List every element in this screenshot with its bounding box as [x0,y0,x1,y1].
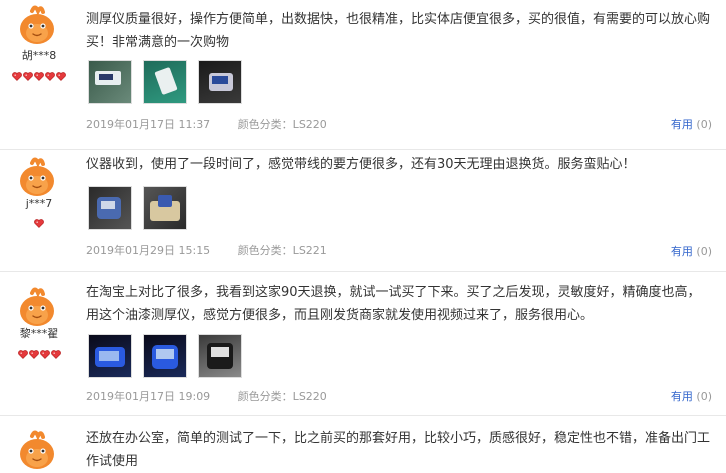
heart-icon [28,350,39,359]
review-meta: 2019年01月17日 11:37 颜色分类：LS220 [86,118,351,132]
useful-vote: 有用 (0) [671,245,712,259]
heart-icon [50,350,61,359]
heart-icon [12,72,22,81]
username: 黎***翟 [19,327,59,340]
username: 胡***8 [21,49,57,62]
review-photo-thumbnail[interactable] [143,60,187,104]
heart-icon [34,219,44,228]
avatar[interactable] [16,428,58,470]
useful-count: (0) [696,118,712,131]
heart-icon [17,350,28,359]
review-date: 2019年01月17日 11:37 [86,118,211,131]
useful-count: (0) [696,390,712,403]
avatar[interactable] [16,155,58,197]
review-color-variant: 颜色分类：LS221 [237,244,327,257]
avatar-mascot-icon [16,155,58,197]
review-color-variant: 颜色分类：LS220 [237,118,327,131]
review-text: 测厚仪质量很好，操作方便简单，出数据快，也很精准，比实体店便宜很多，买的很值，有… [86,12,711,50]
review-photo-thumbnail[interactable] [143,186,187,230]
user-level-hearts [0,71,78,81]
useful-vote: 有用 (0) [671,118,712,132]
review-photos [88,334,242,378]
heart-icon [39,350,50,359]
review-date: 2019年01月29日 15:15 [86,244,211,257]
user-level-hearts [0,218,78,228]
avatar[interactable] [16,285,58,327]
useful-button[interactable]: 有用 [671,118,693,131]
useful-count: (0) [696,245,712,258]
review-color-variant: 颜色分类：LS220 [237,390,327,403]
review-item: 还放在办公室，简单的测试了一下，比之前买的那套好用，比较小巧，质感很好，稳定性也… [0,416,726,470]
username: j***7 [25,197,53,210]
review-photo-thumbnail[interactable] [88,334,132,378]
heart-icon [23,72,33,81]
review-photos [88,60,242,104]
avatar-mascot-icon [16,428,58,470]
user-level-hearts [0,349,78,359]
useful-button[interactable]: 有用 [671,390,693,403]
review-text: 在淘宝上对比了很多，我看到这家90天退换，就试一试买了下来。买了之后发现，灵敏度… [86,285,701,323]
review-photos [88,186,187,230]
review-meta: 2019年01月29日 15:15 颜色分类：LS221 [86,244,351,258]
review-meta: 2019年01月17日 19:09 颜色分类：LS220 [86,390,351,404]
review-item: 胡***8 测厚仪质量很好，操作方便简单，出数据快，也很精准，比实体店便宜很多，… [0,0,726,150]
avatar-mascot-icon [16,285,58,327]
avatar-mascot-icon [16,3,58,45]
heart-icon [56,72,66,81]
useful-vote: 有用 (0) [671,390,712,404]
useful-button[interactable]: 有用 [671,245,693,258]
review-text: 还放在办公室，简单的测试了一下，比之前买的那套好用，比较小巧，质感很好，稳定性也… [86,431,711,469]
review-photo-thumbnail[interactable] [198,60,242,104]
review-item: j***7 仪器收到，使用了一段时间了，感觉带线的要方便很多，还有30天无理由退… [0,150,726,272]
avatar[interactable] [16,3,58,45]
review-photo-thumbnail[interactable] [143,334,187,378]
heart-icon [34,72,44,81]
review-photo-thumbnail[interactable] [88,60,132,104]
review-photo-thumbnail[interactable] [88,186,132,230]
review-photo-thumbnail[interactable] [198,334,242,378]
review-date: 2019年01月17日 19:09 [86,390,211,403]
review-text: 仪器收到，使用了一段时间了，感觉带线的要方便很多，还有30天无理由退换货。服务蛮… [86,157,636,172]
review-item: 黎***翟 在淘宝上对比了很多，我看到这家90天退换，就试一试买了下来。买了之后… [0,272,726,416]
heart-icon [45,72,55,81]
